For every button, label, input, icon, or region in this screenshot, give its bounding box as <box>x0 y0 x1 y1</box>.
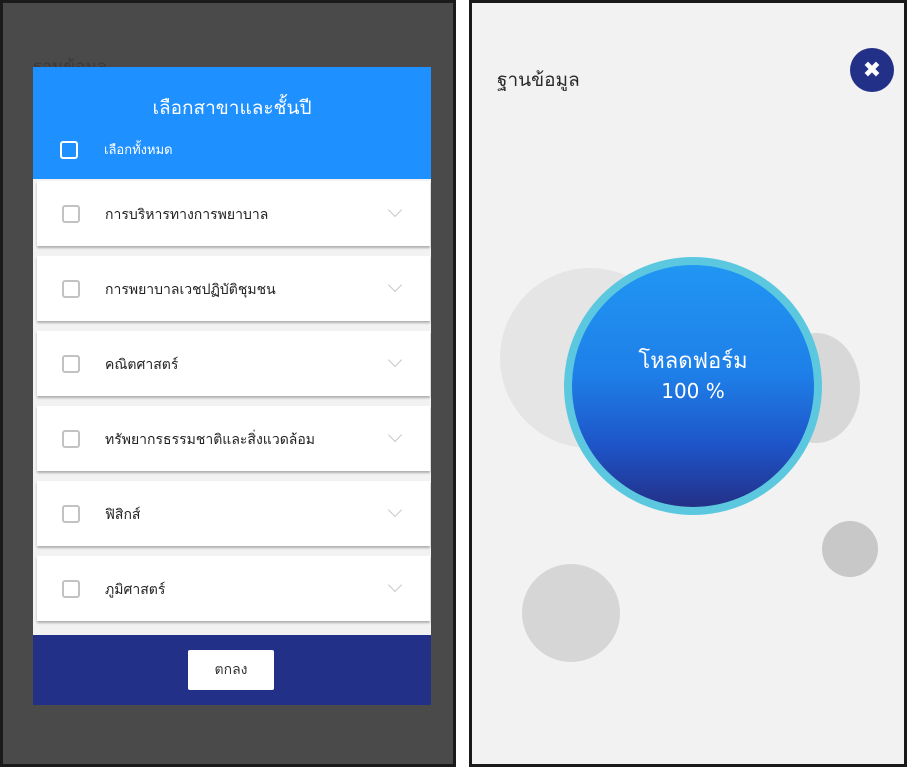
close-icon: ✖ <box>862 57 882 83</box>
list-item-label: การบริหารทางการพยาบาล <box>105 207 269 223</box>
right-screen: ฐานข้อมูล ✖ โหลดฟอร์ม 100 % <box>469 0 907 767</box>
dialog-title: เลือกสาขาและชั้นปี <box>152 97 312 119</box>
chevron-down-icon[interactable] <box>387 352 403 368</box>
list-item-label: ภูมิศาสตร์ <box>105 582 166 598</box>
ok-button[interactable]: ตกลง <box>188 650 274 690</box>
list-item[interactable]: ฟิสิกส์ <box>37 481 430 546</box>
list-item[interactable]: ทรัพยากรธรรมชาติและสิ่งแวดล้อม <box>37 406 430 471</box>
chevron-down-icon[interactable] <box>387 202 403 218</box>
branch-list: การบริหารทางการพยาบาล การพยาบาลเวชปฏิบัต… <box>37 181 430 631</box>
select-all-label: เลือกทั้งหมด <box>104 143 173 158</box>
list-item-label: คณิตศาสตร์ <box>105 357 179 373</box>
chevron-down-icon[interactable] <box>387 427 403 443</box>
list-item[interactable]: การบริหารทางการพยาบาล <box>37 181 430 246</box>
left-screen: ฐานข้อมูล เลือกสาขาและชั้นปี เลือกทั้งหม… <box>0 0 456 767</box>
list-item[interactable]: ภูมิศาสตร์ <box>37 556 430 621</box>
list-item[interactable]: การพยาบาลเวชปฏิบัติชุมชน <box>37 256 430 321</box>
item-checkbox[interactable] <box>62 205 80 223</box>
chevron-down-icon[interactable] <box>387 577 403 593</box>
select-all-checkbox[interactable] <box>60 140 78 159</box>
list-item-label: การพยาบาลเวชปฏิบัติชุมชน <box>105 282 276 298</box>
decorative-bubble <box>522 564 620 662</box>
select-branch-dialog: เลือกสาขาและชั้นปี เลือกทั้งหมด การบริหา… <box>33 67 431 705</box>
item-checkbox[interactable] <box>62 430 80 448</box>
item-checkbox[interactable] <box>62 280 80 298</box>
chevron-down-icon[interactable] <box>387 277 403 293</box>
dialog-header: เลือกสาขาและชั้นปี เลือกทั้งหมด <box>33 67 431 179</box>
list-item-label: ฟิสิกส์ <box>105 507 141 523</box>
close-button[interactable]: ✖ <box>850 48 894 92</box>
dialog-footer: ตกลง <box>33 635 431 705</box>
item-checkbox[interactable] <box>62 580 80 598</box>
progress-circle: โหลดฟอร์ม 100 % <box>572 265 814 507</box>
page-title: ฐานข้อมูล <box>497 69 580 91</box>
progress-label: โหลดฟอร์ม <box>638 349 748 374</box>
decorative-bubble <box>822 521 878 577</box>
progress-ring: โหลดฟอร์ม 100 % <box>564 257 822 515</box>
item-checkbox[interactable] <box>62 355 80 373</box>
progress-value: 100 % <box>661 379 725 403</box>
chevron-down-icon[interactable] <box>387 502 403 518</box>
select-all-checkbox-row[interactable]: เลือกทั้งหมด <box>60 139 173 160</box>
list-item-label: ทรัพยากรธรรมชาติและสิ่งแวดล้อม <box>105 432 315 448</box>
item-checkbox[interactable] <box>62 505 80 523</box>
list-item[interactable]: คณิตศาสตร์ <box>37 331 430 396</box>
